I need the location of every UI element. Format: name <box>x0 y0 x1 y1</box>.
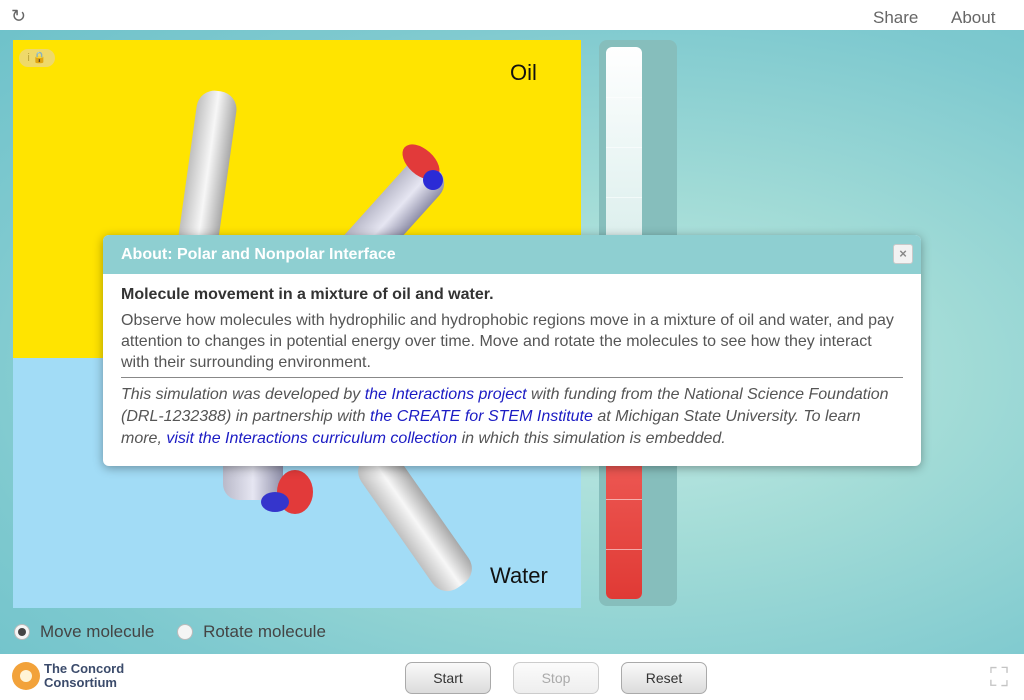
logo-line1: The Concord <box>44 661 125 676</box>
about-link[interactable]: About <box>951 8 995 28</box>
dialog-body: Molecule movement in a mixture of oil an… <box>103 274 921 450</box>
move-molecule-label[interactable]: Move molecule <box>40 622 154 642</box>
move-molecule-radio[interactable]: Move molecule <box>14 622 154 642</box>
reload-icon[interactable]: ↻ <box>11 6 31 26</box>
radio-selected-icon[interactable] <box>14 624 30 640</box>
thermometer-fill <box>606 450 642 599</box>
share-link[interactable]: Share <box>873 8 918 28</box>
thermometer-tick <box>606 499 642 500</box>
thermometer-tick <box>606 197 642 198</box>
create-for-stem-link[interactable]: the CREATE for STEM Institute <box>370 408 593 425</box>
dialog-subtitle: Molecule movement in a mixture of oil an… <box>121 286 494 303</box>
about-dialog: About: Polar and Nonpolar Interface × Mo… <box>103 235 921 466</box>
dialog-header: About: Polar and Nonpolar Interface × <box>103 235 921 274</box>
divider <box>121 377 903 378</box>
bottom-bar: The Concord Consortium Start Stop Reset … <box>0 654 1024 700</box>
stop-button[interactable]: Stop <box>513 662 599 694</box>
radio-unselected-icon[interactable] <box>177 624 194 640</box>
reset-button[interactable]: Reset <box>621 662 707 694</box>
fullscreen-icon[interactable]: ⛶ <box>982 660 1016 694</box>
oil-label: Oil <box>510 60 537 85</box>
rotate-molecule-radio[interactable]: Rotate molecule <box>177 622 326 642</box>
top-bar: ↻ Share About <box>0 0 1024 30</box>
interactions-project-link[interactable]: the Interactions project <box>365 386 527 403</box>
lightbulb-logo-icon <box>12 662 40 690</box>
thermometer-tick <box>606 97 642 98</box>
start-button[interactable]: Start <box>405 662 491 694</box>
dialog-title: About: Polar and Nonpolar Interface <box>121 246 396 263</box>
curriculum-collection-link[interactable]: visit the Interactions curriculum collec… <box>166 430 457 447</box>
credits-text: This simulation was developed by <box>121 386 365 403</box>
logo-text: The Concord Consortium <box>44 662 124 690</box>
dialog-credits: This simulation was developed by the Int… <box>121 384 903 450</box>
interaction-mode-radios: Move molecule Rotate molecule <box>14 622 344 645</box>
water-label: Water <box>490 563 548 588</box>
concord-logo[interactable]: The Concord Consortium <box>12 660 132 694</box>
info-lock-icon[interactable]: i 🔒 <box>19 49 55 67</box>
thermometer-tick <box>606 549 642 550</box>
rotate-molecule-label[interactable]: Rotate molecule <box>203 622 326 642</box>
credits-text: in which this simulation is embedded. <box>457 430 726 447</box>
thermometer-tick <box>606 147 642 148</box>
dialog-description: Observe how molecules with hydrophilic a… <box>121 312 894 371</box>
logo-line2: Consortium <box>44 675 117 690</box>
close-icon[interactable]: × <box>893 244 913 264</box>
